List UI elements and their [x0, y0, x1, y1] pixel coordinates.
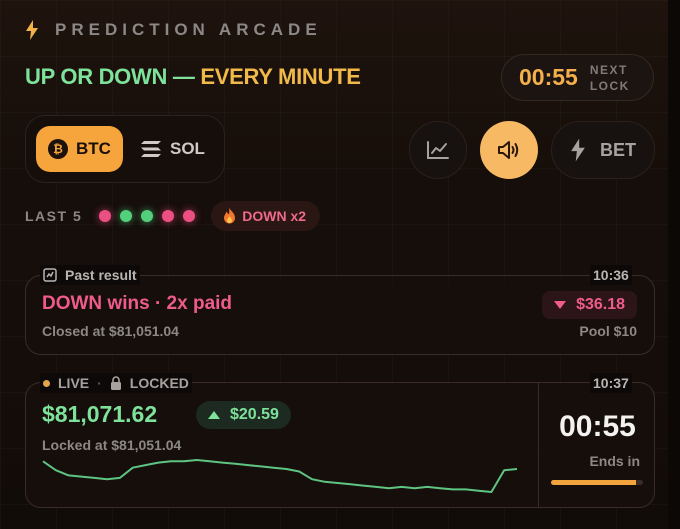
asset-sol-label: SOL: [170, 139, 205, 158]
countdown-panel: 00:55 Ends in: [538, 383, 656, 507]
live-label: LIVE: [58, 375, 90, 391]
next-lock-time: 00:55: [519, 64, 578, 90]
past-delta-badge: $36.18: [542, 291, 637, 319]
next-lock-label: NEXT LOCK: [590, 62, 630, 94]
live-status-tag: LIVE · LOCKED: [40, 373, 192, 393]
bolt-icon: [571, 138, 585, 162]
sound-toggle-button[interactable]: [480, 121, 538, 179]
live-price: $81,071.62: [42, 401, 158, 427]
triangle-down-icon: [554, 301, 567, 309]
headline: UP OR DOWN — EVERY MINUTE: [25, 64, 361, 90]
countdown-label: Ends in: [589, 453, 640, 469]
countdown-progress-fill: [551, 480, 636, 485]
sparkline-path: [42, 459, 518, 493]
past-pool: Pool $10: [579, 323, 637, 339]
price-sparkline: [42, 459, 518, 493]
scrollbar-track[interactable]: [668, 0, 680, 529]
past-result-card: DOWN wins · 2x paid Closed at $81,051.04…: [25, 275, 655, 355]
streak-badge: DOWN x2: [211, 201, 321, 231]
separator-dot: ·: [97, 375, 102, 391]
past-result-time: 10:36: [590, 265, 632, 285]
chart-button[interactable]: [409, 121, 467, 179]
result-dot-down: [183, 210, 196, 222]
result-dot-down: [99, 210, 112, 222]
bolt-icon: [26, 20, 38, 40]
brand-title: PREDICTION ARCADE: [55, 20, 322, 39]
live-locked-price: Locked at $81,051.04: [42, 437, 182, 453]
headline-part-a: UP OR DOWN —: [25, 64, 195, 89]
live-round-time: 10:37: [590, 373, 632, 393]
fire-icon: [224, 208, 236, 224]
brand-row: PREDICTION ARCADE: [25, 20, 322, 40]
past-closed-price: Closed at $81,051.04: [42, 323, 179, 339]
live-dot-icon: [43, 379, 50, 387]
chart-line-icon: [427, 141, 449, 159]
result-dot-down: [162, 210, 175, 222]
past-result-title: DOWN wins · 2x paid: [42, 293, 233, 314]
history-icon: [43, 268, 57, 282]
streak-label: DOWN x2: [242, 208, 307, 224]
locked-label: LOCKED: [129, 375, 189, 391]
bitcoin-icon: ₿: [48, 139, 68, 159]
recent-results-label: LAST 5: [25, 208, 83, 224]
countdown-time: 00:55: [559, 410, 636, 443]
lock-icon: [110, 376, 121, 390]
past-delta-value: $36.18: [576, 296, 625, 313]
asset-sol-button[interactable]: SOL: [136, 126, 216, 172]
result-dot-up: [141, 210, 154, 222]
headline-part-b: EVERY MINUTE: [200, 64, 361, 89]
live-delta-value: $20.59: [230, 406, 279, 423]
past-result-tag: Past result: [40, 265, 140, 285]
live-delta-badge: $20.59: [196, 401, 291, 429]
live-round-card: $81,071.62 $20.59 Locked at $81,051.04 0…: [25, 382, 655, 508]
asset-selector: ₿ BTC SOL: [25, 115, 225, 183]
asset-btc-button[interactable]: ₿ BTC: [36, 126, 123, 172]
result-dot-up: [120, 210, 133, 222]
solana-icon: [141, 141, 161, 157]
countdown-progress: [551, 480, 643, 485]
recent-results-dots: [99, 210, 196, 222]
bet-button[interactable]: BET: [551, 121, 655, 179]
speaker-icon: [498, 141, 519, 159]
past-result-tag-label: Past result: [65, 267, 137, 283]
next-lock-label-line1: NEXT: [589, 62, 628, 77]
triangle-up-icon: [208, 411, 220, 419]
asset-btc-label: BTC: [76, 139, 111, 158]
bet-label: BET: [600, 139, 636, 160]
next-lock-label-line2: LOCK: [589, 78, 630, 93]
recent-results: LAST 5 DOWN x2: [25, 201, 321, 231]
next-lock-timer: 00:55 NEXT LOCK: [501, 54, 654, 101]
